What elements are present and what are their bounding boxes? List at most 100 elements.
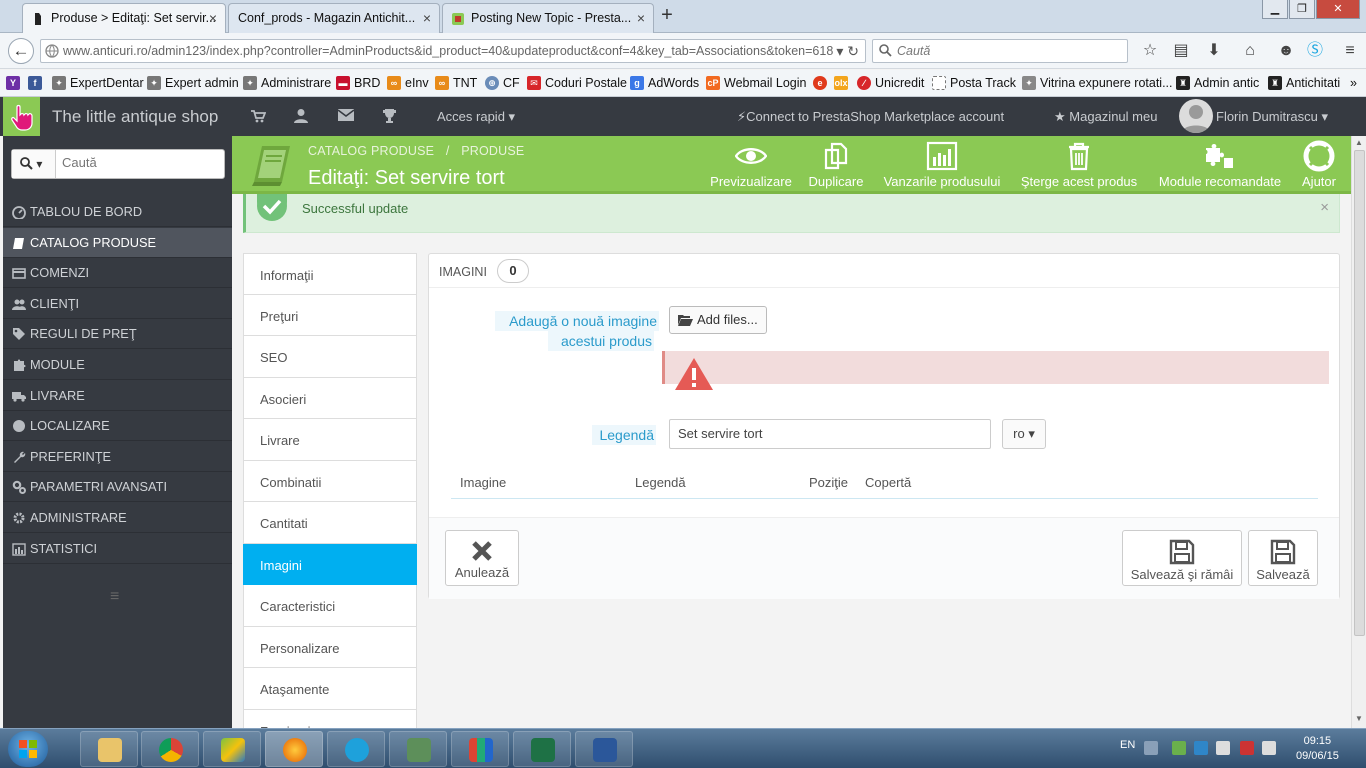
- shop-name[interactable]: The little antique shop: [52, 107, 218, 127]
- sidebar-item-reguli-de-preţ[interactable]: REGULI DE PREŢ: [3, 319, 232, 350]
- search-scope-button[interactable]: ▾: [12, 150, 56, 178]
- bookmark-item[interactable]: ∞ eInv: [387, 76, 429, 90]
- recommended-modules-button[interactable]: Module recomandate: [1154, 140, 1286, 189]
- home-icon[interactable]: ⌂: [1241, 42, 1259, 60]
- product-sales-button[interactable]: Vanzarile produsului: [880, 140, 1004, 189]
- delete-product-button[interactable]: Şterge acest produs: [1018, 140, 1140, 189]
- window-close-button[interactable]: ✕: [1316, 0, 1360, 19]
- add-files-button[interactable]: Add files...: [669, 306, 767, 334]
- legend-input[interactable]: Set servire tort: [669, 419, 991, 449]
- sidebar-item-localizare[interactable]: LOCALIZARE: [3, 411, 232, 442]
- chat-icon[interactable]: ☻: [1277, 42, 1295, 60]
- tab-imagini[interactable]: Imagini: [243, 543, 417, 585]
- scroll-thumb[interactable]: [1354, 150, 1365, 636]
- sidebar-item-administrare[interactable]: ADMINISTRARE: [3, 503, 232, 533]
- url-bar[interactable]: www.anticuri.ro/admin123/index.php?contr…: [40, 39, 866, 63]
- sidebar-item-module[interactable]: MODULE: [3, 350, 232, 380]
- menu-icon[interactable]: ≡: [1341, 42, 1359, 60]
- scroll-up-icon[interactable]: ▲: [1355, 138, 1363, 147]
- save-button[interactable]: Salvează: [1248, 530, 1318, 586]
- bookmarks-overflow-button[interactable]: »: [1350, 76, 1357, 90]
- user-menu[interactable]: Florin Dumitrascu ▾: [1216, 109, 1328, 125]
- sidebar-item-livrare[interactable]: LIVRARE: [3, 381, 232, 411]
- page-scrollbar[interactable]: ▲ ▼: [1351, 136, 1366, 728]
- download-icon[interactable]: ⬇: [1205, 42, 1223, 60]
- bookmark-item[interactable]: Posta Track: [932, 76, 1016, 90]
- sidebar-item-statistici[interactable]: STATISTICI: [3, 534, 232, 564]
- language-dropdown[interactable]: ro ▾: [1002, 419, 1046, 449]
- tab-asocieri[interactable]: Asocieri: [243, 377, 417, 419]
- tray-app-icon[interactable]: [1172, 741, 1186, 755]
- network-icon[interactable]: [1216, 741, 1230, 755]
- breadcrumb-item-products[interactable]: PRODUSE: [461, 144, 524, 158]
- help-button[interactable]: Ajutor: [1296, 140, 1342, 189]
- bookmark-item[interactable]: ♜ Antichitati: [1268, 76, 1340, 90]
- taskbar-excel[interactable]: [513, 731, 571, 767]
- sidebar-item-tablou-de-bord[interactable]: TABLOU DE BORD: [3, 197, 232, 227]
- tab-cantitati[interactable]: Cantitati: [243, 502, 417, 544]
- my-shop-link[interactable]: ★ Magazinul meu: [1054, 109, 1157, 125]
- tab-furnizori[interactable]: Furnizori: [243, 709, 417, 730]
- bookmark-item[interactable]: g AdWords: [630, 76, 699, 90]
- bookmark-item[interactable]: ✦ Administrare: [243, 76, 331, 90]
- taskbar-word[interactable]: [575, 731, 633, 767]
- start-button[interactable]: [8, 731, 48, 767]
- bookmark-star-icon[interactable]: ☆: [1141, 42, 1159, 60]
- browser-tab-conf-prods[interactable]: Conf_prods - Magazin Antichit... ×: [228, 3, 440, 33]
- reload-icon[interactable]: ▾ ↻: [836, 40, 859, 62]
- taskbar-chrome[interactable]: [141, 731, 199, 767]
- keyboard-icon[interactable]: [1144, 741, 1158, 755]
- keyboard-language[interactable]: EN: [1120, 739, 1135, 751]
- scroll-down-icon[interactable]: ▼: [1355, 714, 1363, 723]
- sidebar-item-comenzi[interactable]: COMENZI: [3, 258, 232, 289]
- user-icon[interactable]: [294, 108, 308, 124]
- new-tab-button[interactable]: +: [656, 4, 678, 26]
- tab-preţuri[interactable]: Preţuri: [243, 294, 417, 336]
- flag-icon[interactable]: [1240, 741, 1254, 755]
- tab-ataşamente[interactable]: Ataşamente: [243, 668, 417, 710]
- bookmark-item[interactable]: ✉ Coduri Postale: [527, 76, 627, 90]
- bookmark-item[interactable]: ♜ Admin antic: [1176, 76, 1259, 90]
- skype-icon[interactable]: Ⓢ: [1306, 42, 1324, 60]
- minimize-button[interactable]: ▁: [1262, 0, 1288, 19]
- back-button[interactable]: ←: [8, 38, 34, 64]
- tab-caracteristici[interactable]: Caracteristici: [243, 585, 417, 627]
- bookmark-item[interactable]: ✦ Vitrina expunere rotati...: [1022, 76, 1172, 90]
- bookmark-item[interactable]: ✦ Expert admin: [147, 76, 239, 90]
- duplicate-button[interactable]: Duplicare: [806, 140, 866, 189]
- browser-search-input[interactable]: Caută: [872, 39, 1128, 63]
- prestashop-logo[interactable]: [3, 97, 40, 136]
- tab-seo[interactable]: SEO: [243, 336, 417, 378]
- browser-tab-posting[interactable]: Posting New Topic - Presta... ×: [442, 3, 654, 33]
- cancel-button[interactable]: Anulează: [445, 530, 519, 586]
- volume-icon[interactable]: [1262, 741, 1276, 755]
- taskbar-explorer[interactable]: [80, 731, 138, 767]
- dropbox-icon[interactable]: [1194, 741, 1208, 755]
- marketplace-connect-link[interactable]: ⚡Connect to PrestaShop Marketplace accou…: [737, 109, 1004, 125]
- sidebar-item-catalog-produse[interactable]: CATALOG PRODUSE: [3, 227, 232, 258]
- taskbar-calculator[interactable]: [389, 731, 447, 767]
- breadcrumb-item-catalog[interactable]: CATALOG PRODUSE: [308, 144, 434, 158]
- alert-close-icon[interactable]: ×: [1320, 199, 1329, 216]
- trophy-icon[interactable]: [382, 108, 397, 124]
- envelope-icon[interactable]: [338, 108, 354, 122]
- taskbar-firefox[interactable]: [265, 731, 323, 767]
- bookmark-item[interactable]: ∞ TNT: [435, 76, 477, 90]
- tab-personalizare[interactable]: Personalizare: [243, 626, 417, 668]
- sidebar-search-input[interactable]: [62, 155, 212, 170]
- cart-icon[interactable]: [250, 108, 266, 124]
- bookmark-item[interactable]: ✦ ExpertDentar: [52, 76, 144, 90]
- taskbar-bluestacks[interactable]: [203, 731, 261, 767]
- tab-livrare[interactable]: Livrare: [243, 419, 417, 461]
- menu-collapse-icon[interactable]: ≡: [110, 588, 119, 606]
- sidebar-item-preferinţe[interactable]: PREFERINŢE: [3, 442, 232, 472]
- quick-access-dropdown[interactable]: Acces rapid ▾: [437, 109, 515, 125]
- taskbar-ie[interactable]: [327, 731, 385, 767]
- sidebar-item-clienţi[interactable]: CLIENŢI: [3, 289, 232, 319]
- bookmark-item[interactable]: ⊕ CF: [485, 76, 520, 90]
- reading-list-icon[interactable]: ▤: [1172, 42, 1190, 60]
- system-clock[interactable]: 09:15 09/06/15: [1296, 734, 1339, 764]
- browser-tab-produse[interactable]: Produse > Editaţi: Set servir... ×: [22, 3, 226, 33]
- bookmark-item[interactable]: ▬ BRD: [336, 76, 380, 90]
- avatar[interactable]: [1179, 99, 1213, 133]
